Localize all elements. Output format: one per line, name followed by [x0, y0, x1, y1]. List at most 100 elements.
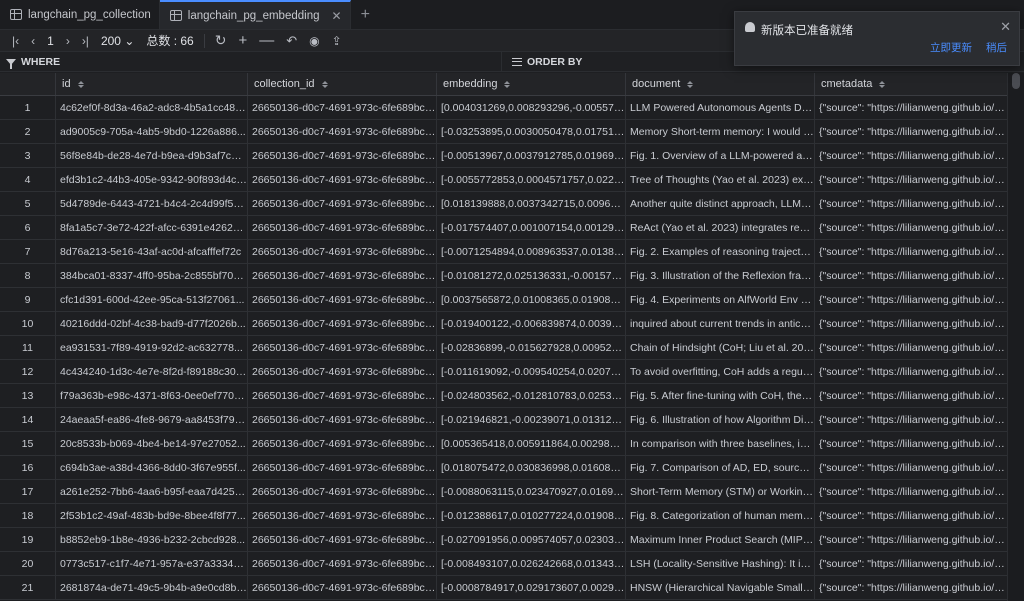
- cell-document[interactable]: ReAct (Yao et al. 2023) integrates reaso…: [626, 216, 815, 239]
- table-row[interactable]: 10 40216ddd-02bf-4c38-bad9-d77f2026b... 26…: [0, 312, 1007, 336]
- cell-document[interactable]: Fig. 4. Experiments on AlfWorld Env and …: [626, 288, 815, 311]
- row-number[interactable]: 21: [0, 576, 56, 599]
- cell-document[interactable]: Another quite distinct approach, LLM+P (…: [626, 192, 815, 215]
- update-now-link[interactable]: 立即更新: [930, 40, 972, 55]
- cell-collection-id[interactable]: 26650136-d0c7-4691-973c-6fe689bca...: [248, 120, 437, 143]
- cell-embedding[interactable]: [0.0037565872,0.01008365,0.0190871...: [437, 288, 626, 311]
- cell-cmetadata[interactable]: {"source": "https://lilianweng.github.io…: [815, 168, 1007, 191]
- cell-document[interactable]: Short-Term Memory (STM) or Working Mem..…: [626, 480, 815, 503]
- cell-cmetadata[interactable]: {"source": "https://lilianweng.github.io…: [815, 144, 1007, 167]
- page-number[interactable]: 1: [41, 30, 60, 52]
- cell-document[interactable]: In comparison with three baselines, incl…: [626, 432, 815, 455]
- cell-document[interactable]: Tree of Thoughts (Yao et al. 2023) exten…: [626, 168, 815, 191]
- cell-collection-id[interactable]: 26650136-d0c7-4691-973c-6fe689bca...: [248, 240, 437, 263]
- cell-embedding[interactable]: [-0.011619092,-0.009540254,0.02077...: [437, 360, 626, 383]
- row-number[interactable]: 7: [0, 240, 56, 263]
- cell-document[interactable]: HNSW (Hierarchical Navigable Small World…: [626, 576, 815, 599]
- add-tab-icon[interactable]: +: [351, 0, 380, 29]
- cell-embedding[interactable]: [-0.021946821,-0.00239071,0.013123...: [437, 408, 626, 431]
- cell-collection-id[interactable]: 26650136-d0c7-4691-973c-6fe689bca...: [248, 408, 437, 431]
- cell-document[interactable]: Fig. 2. Examples of reasoning trajectori…: [626, 240, 815, 263]
- table-row[interactable]: 13 f79a363b-e98c-4371-8f63-0ee0ef7707... 2…: [0, 384, 1007, 408]
- cell-embedding[interactable]: [-0.027091956,0.009574057,0.023030...: [437, 528, 626, 551]
- row-number[interactable]: 8: [0, 264, 56, 287]
- table-row[interactable]: 12 4c434240-1d3c-4e7e-8f2d-f89188c30f... 2…: [0, 360, 1007, 384]
- cell-document[interactable]: Maximum Inner Product Search (MIPS)# Th.…: [626, 528, 815, 551]
- cell-collection-id[interactable]: 26650136-d0c7-4691-973c-6fe689bca...: [248, 144, 437, 167]
- prev-page-icon[interactable]: ‹: [25, 30, 41, 52]
- row-number[interactable]: 5: [0, 192, 56, 215]
- first-page-icon[interactable]: |‹: [6, 30, 25, 52]
- cell-embedding[interactable]: [-0.017574407,0.001007154,0.001293...: [437, 216, 626, 239]
- cell-collection-id[interactable]: 26650136-d0c7-4691-973c-6fe689bca...: [248, 456, 437, 479]
- eye-icon[interactable]: ◉: [303, 30, 325, 52]
- row-number[interactable]: 16: [0, 456, 56, 479]
- cell-id[interactable]: 0773c517-c1f7-4e71-957a-e37a33341...: [56, 552, 248, 575]
- tab-embedding[interactable]: langchain_pg_embedding ✕: [159, 0, 351, 29]
- scrollbar-thumb[interactable]: [1012, 73, 1020, 89]
- cell-cmetadata[interactable]: {"source": "https://lilianweng.github.io…: [815, 192, 1007, 215]
- cell-cmetadata[interactable]: {"source": "https://lilianweng.github.io…: [815, 504, 1007, 527]
- cell-id[interactable]: a261e252-7bb6-4aa6-b95f-eaa7d425b...: [56, 480, 248, 503]
- cell-embedding[interactable]: [0.005365418,0.005911864,0.0029832...: [437, 432, 626, 455]
- cell-embedding[interactable]: [-0.012388617,0.010277224,0.019089...: [437, 504, 626, 527]
- cell-collection-id[interactable]: 26650136-d0c7-4691-973c-6fe689bca...: [248, 264, 437, 287]
- table-row[interactable]: 11 ea931531-7f89-4919-92d2-ac632778... 266…: [0, 336, 1007, 360]
- column-header-id[interactable]: id: [56, 73, 248, 95]
- cell-cmetadata[interactable]: {"source": "https://lilianweng.github.io…: [815, 408, 1007, 431]
- cell-cmetadata[interactable]: {"source": "https://lilianweng.github.io…: [815, 432, 1007, 455]
- column-header-collection-id[interactable]: collection_id: [248, 73, 437, 95]
- cell-cmetadata[interactable]: {"source": "https://lilianweng.github.io…: [815, 552, 1007, 575]
- cell-embedding[interactable]: [-0.0088063115,0.023470927,0.01694...: [437, 480, 626, 503]
- cell-id[interactable]: 20c8533b-b069-4be4-be14-97e27052...: [56, 432, 248, 455]
- cell-collection-id[interactable]: 26650136-d0c7-4691-973c-6fe689bca...: [248, 336, 437, 359]
- cell-collection-id[interactable]: 26650136-d0c7-4691-973c-6fe689bca...: [248, 432, 437, 455]
- cell-document[interactable]: Fig. 8. Categorization of human memory. …: [626, 504, 815, 527]
- cell-embedding[interactable]: [0.004031269,0.008293296,-0.005576...: [437, 96, 626, 119]
- cell-embedding[interactable]: [-0.0008784917,0.029173607,0.00293...: [437, 576, 626, 599]
- table-row[interactable]: 14 24aeaa5f-ea86-4fe8-9679-aa8453f79f7d 26…: [0, 408, 1007, 432]
- cell-embedding[interactable]: [-0.03253895,0.0030050478,0.017518...: [437, 120, 626, 143]
- sort-icon[interactable]: [687, 80, 694, 88]
- cell-cmetadata[interactable]: {"source": "https://lilianweng.github.io…: [815, 336, 1007, 359]
- cell-id[interactable]: ad9005c9-705a-4ab5-9bd0-1226a886...: [56, 120, 248, 143]
- table-row[interactable]: 6 8fa1a5c7-3e72-422f-afcc-6391e4262e... 26…: [0, 216, 1007, 240]
- row-number[interactable]: 2: [0, 120, 56, 143]
- cell-id[interactable]: 2681874a-de71-49c5-9b4b-a9e0cd8b8...: [56, 576, 248, 599]
- row-number[interactable]: 19: [0, 528, 56, 551]
- cell-cmetadata[interactable]: {"source": "https://lilianweng.github.io…: [815, 456, 1007, 479]
- cell-collection-id[interactable]: 26650136-d0c7-4691-973c-6fe689bca...: [248, 168, 437, 191]
- add-row-icon[interactable]: +: [232, 30, 253, 52]
- cell-collection-id[interactable]: 26650136-d0c7-4691-973c-6fe689bca...: [248, 504, 437, 527]
- last-page-icon[interactable]: ›|: [76, 30, 95, 52]
- cell-id[interactable]: cfc1d391-600d-42ee-95ca-513f27061...: [56, 288, 248, 311]
- vertical-scrollbar[interactable]: [1007, 73, 1024, 601]
- row-number[interactable]: 20: [0, 552, 56, 575]
- cell-id[interactable]: b8852eb9-1b8e-4936-b232-2cbcd928...: [56, 528, 248, 551]
- close-icon[interactable]: ✕: [1000, 19, 1011, 35]
- cell-cmetadata[interactable]: {"source": "https://lilianweng.github.io…: [815, 312, 1007, 335]
- table-row[interactable]: 5 5d4789de-6443-4721-b4c4-2c4d99f5d... 266…: [0, 192, 1007, 216]
- cell-cmetadata[interactable]: {"source": "https://lilianweng.github.io…: [815, 240, 1007, 263]
- cell-id[interactable]: 2f53b1c2-49af-483b-bd9e-8bee4f8f77...: [56, 504, 248, 527]
- cell-embedding[interactable]: [-0.019400122,-0.006839874,0.00394...: [437, 312, 626, 335]
- later-link[interactable]: 稍后: [986, 40, 1007, 55]
- row-number[interactable]: 3: [0, 144, 56, 167]
- refresh-icon[interactable]: ↻: [209, 30, 233, 52]
- row-number[interactable]: 6: [0, 216, 56, 239]
- export-icon[interactable]: ⇪: [326, 30, 348, 52]
- cell-embedding[interactable]: [-0.02836899,-0.015627928,0.009521...: [437, 336, 626, 359]
- sort-icon[interactable]: [77, 80, 84, 88]
- table-row[interactable]: 1 4c62ef0f-8d3a-46a2-adc8-4b5a1cc483... 26…: [0, 96, 1007, 120]
- cell-id[interactable]: 4c434240-1d3c-4e7e-8f2d-f89188c30f...: [56, 360, 248, 383]
- cell-id[interactable]: 384bca01-8337-4ff0-95ba-2c855bf706...: [56, 264, 248, 287]
- cell-collection-id[interactable]: 26650136-d0c7-4691-973c-6fe689bca...: [248, 528, 437, 551]
- cell-cmetadata[interactable]: {"source": "https://lilianweng.github.io…: [815, 528, 1007, 551]
- cell-collection-id[interactable]: 26650136-d0c7-4691-973c-6fe689bca...: [248, 216, 437, 239]
- cell-embedding[interactable]: [-0.01081272,0.025136331,-0.001571...: [437, 264, 626, 287]
- cell-id[interactable]: 4c62ef0f-8d3a-46a2-adc8-4b5a1cc483...: [56, 96, 248, 119]
- cell-cmetadata[interactable]: {"source": "https://lilianweng.github.io…: [815, 120, 1007, 143]
- cell-embedding[interactable]: [0.018075472,0.030836998,0.0160894...: [437, 456, 626, 479]
- row-number[interactable]: 4: [0, 168, 56, 191]
- cell-id[interactable]: c694b3ae-a38d-4366-8dd0-3f67e955f...: [56, 456, 248, 479]
